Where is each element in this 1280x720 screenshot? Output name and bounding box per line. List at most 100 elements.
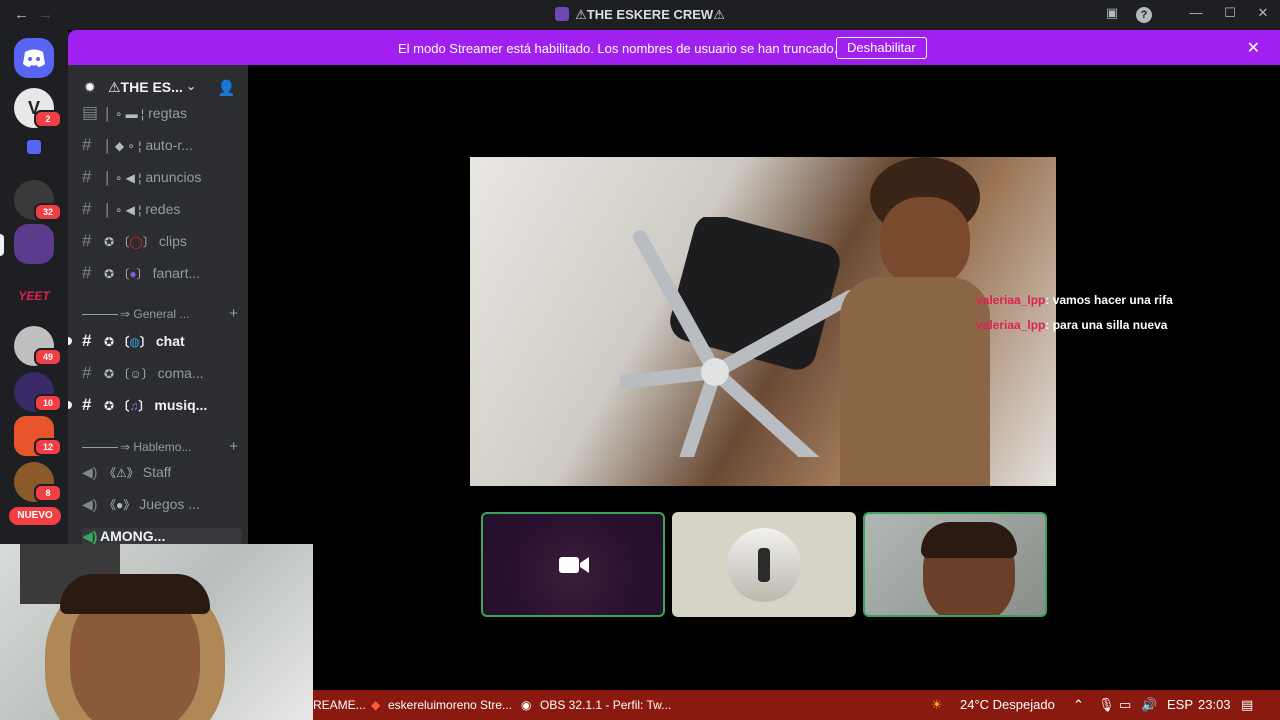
hash-icon: # (82, 363, 92, 382)
main-stream-video[interactable] (470, 157, 1056, 486)
unread-badge: 10 (34, 394, 62, 412)
microphone-icon[interactable]: 🎙 (1098, 697, 1115, 713)
maximize-icon[interactable]: ☐ (1220, 5, 1240, 21)
decor-icon: ✪ 〔☺〕 (104, 367, 154, 381)
taskbar-item[interactable]: eskereluimoreno Stre... (388, 698, 512, 712)
invite-user-icon[interactable]: 👤 (217, 79, 236, 97)
weather-text[interactable]: 24°C Despejado (960, 697, 1055, 712)
server-icon-yeet[interactable]: YEET (14, 276, 54, 316)
channel-label: clips (158, 233, 187, 249)
channel-item[interactable]: ▤ │ ∘ ▬ ¦ regtas (82, 103, 242, 131)
close-window-icon[interactable]: ✕ (1253, 5, 1273, 21)
hash-icon: # (82, 263, 92, 282)
disable-streamer-button[interactable]: Deshabilitar (836, 37, 927, 59)
notification-icon[interactable]: ▤ (1241, 697, 1253, 713)
channel-label: coma... (157, 365, 204, 381)
channel-item[interactable]: # ✪ 〔◯〕 clips (82, 231, 242, 259)
stream-chat-line: valeriaa_lpp: para una silla nueva (976, 318, 1167, 332)
rules-icon: ▤ (82, 103, 99, 122)
server-yeet-glyph: YEET (18, 289, 50, 303)
webcam-person-hair (60, 574, 210, 614)
browser-icon: ◆ (371, 698, 381, 712)
windows-taskbar: REAME... ◆ eskereluimoreno Stre... ◉ OBS… (313, 690, 1280, 720)
unread-badge: 12 (34, 438, 62, 456)
channel-label: regtas (148, 105, 188, 121)
channel-label: redes (145, 201, 181, 217)
channel-label: Staff (142, 464, 172, 480)
chat-text: : para una silla nueva (1045, 318, 1168, 332)
speaker-icon: ◀) (82, 496, 98, 512)
hash-icon: # (82, 331, 92, 350)
close-banner-icon[interactable]: ✕ (1247, 38, 1260, 58)
hash-icon: # (82, 231, 92, 250)
taskbar-item[interactable]: REAME... (313, 698, 366, 712)
server-icon-active[interactable] (14, 224, 54, 264)
discord-logo-icon (23, 49, 45, 67)
chat-username: valeriaa_lpp (976, 293, 1046, 307)
decor-icon: 《⚠》 (104, 466, 139, 480)
server-name[interactable]: ⚠THE ES... (108, 79, 183, 96)
decor-icon: ✪ 〔◯〕 (104, 235, 155, 249)
language-indicator[interactable]: ESP (1167, 697, 1193, 712)
participant-tile-avatar[interactable] (672, 512, 856, 617)
participant-tile-camera-off[interactable] (481, 512, 665, 617)
participant-hair (921, 522, 1017, 558)
hash-icon: # (82, 167, 92, 186)
volume-icon[interactable]: 🔊 (1141, 697, 1157, 713)
video-content-image (620, 217, 857, 457)
channel-label: auto-r... (145, 137, 193, 153)
window-title: ⚠THE ESKERE CREW⚠ (0, 7, 1280, 23)
decor-icon: │ ∘ ◀ ¦ (104, 171, 142, 185)
category-general[interactable]: ⇒ General ... + (82, 305, 242, 325)
chat-username: valeriaa_lpp (976, 318, 1046, 332)
voice-channel-item[interactable]: ◀) 《⚠》 Staff (82, 464, 242, 492)
decor-icon: 《●》 (104, 498, 136, 512)
decor-icon: │ ∘ ▬ ¦ (104, 107, 145, 121)
network-icon[interactable]: ▭ (1119, 697, 1131, 713)
channel-label: AMONG... (100, 528, 166, 544)
unread-badge: 8 (34, 484, 62, 502)
decor-icon: ✪ 〔◍〕 (104, 335, 152, 349)
add-channel-icon[interactable]: + (229, 305, 238, 322)
speaker-icon: ◀) (82, 464, 98, 480)
chevron-down-icon[interactable]: ⌄ (186, 79, 196, 93)
folder-icon[interactable] (27, 140, 41, 154)
clock[interactable]: 23:03 (1198, 697, 1231, 712)
channel-label: musiq... (154, 397, 208, 413)
channel-label: Juegos ... (139, 496, 200, 512)
help-icon[interactable]: ? (1136, 7, 1152, 23)
voice-channel-item[interactable]: ◀) 《●》 Juegos ... (82, 496, 242, 524)
category-hablemos[interactable]: ⇒ Hablemo... + (82, 438, 242, 458)
divider (82, 447, 118, 448)
decor-icon: ✪ 〔♫〕 (104, 399, 151, 413)
channel-item-music[interactable]: # ✪ 〔♫〕 musiq... (82, 395, 242, 423)
unread-indicator (68, 401, 72, 409)
channel-item[interactable]: # │ ∘ ◀ ¦ anuncios (82, 167, 242, 195)
taskbar-item[interactable]: OBS 32.1.1 - Perfil: Tw... (540, 698, 671, 712)
video-camera-icon (559, 557, 589, 573)
voice-channel-connected[interactable]: ◀) AMONG... (82, 528, 242, 545)
channel-item[interactable]: # │ ∘ ◀ ¦ redes (82, 199, 242, 227)
new-badge: NUEVO (9, 507, 61, 525)
weather-icon: ☀ (931, 697, 943, 712)
screen-share-icon[interactable]: ▣ (1102, 5, 1122, 21)
channel-item[interactable]: # ✪ 〔●〕 fanart... (82, 263, 242, 291)
chevron-up-icon[interactable]: ⌃ (1073, 697, 1084, 713)
minimize-icon[interactable]: — (1186, 5, 1206, 20)
add-channel-icon[interactable]: + (229, 438, 238, 455)
avatar-figure (758, 548, 770, 582)
window-title-text: ⚠THE ESKERE CREW⚠ (575, 7, 725, 22)
banner-message: El modo Streamer está habilitado. Los no… (398, 41, 838, 56)
channel-sidebar: ✹ ⚠THE ES... ⌄ 👤 ▤ │ ∘ ▬ ¦ regtas # │ ◆ ∘ ¦… (68, 65, 248, 545)
decor-icon: │ ◆ ∘ ¦ (104, 139, 142, 153)
discord-home-icon[interactable] (14, 38, 54, 78)
server-settings-icon[interactable]: ✹ (84, 79, 96, 96)
channel-item[interactable]: # ✪ 〔☺〕 coma... (82, 363, 242, 391)
participant-tile-webcam[interactable] (863, 512, 1047, 617)
decor-icon: ✪ 〔●〕 (104, 267, 149, 281)
channel-item[interactable]: # │ ◆ ∘ ¦ auto-r... (82, 135, 242, 163)
channel-item-chat[interactable]: # ✪ 〔◍〕 chat (82, 331, 242, 359)
hash-icon: # (82, 135, 92, 154)
streamer-mode-banner: El modo Streamer está habilitado. Los no… (68, 30, 1280, 65)
webcam-overlay (0, 544, 313, 720)
